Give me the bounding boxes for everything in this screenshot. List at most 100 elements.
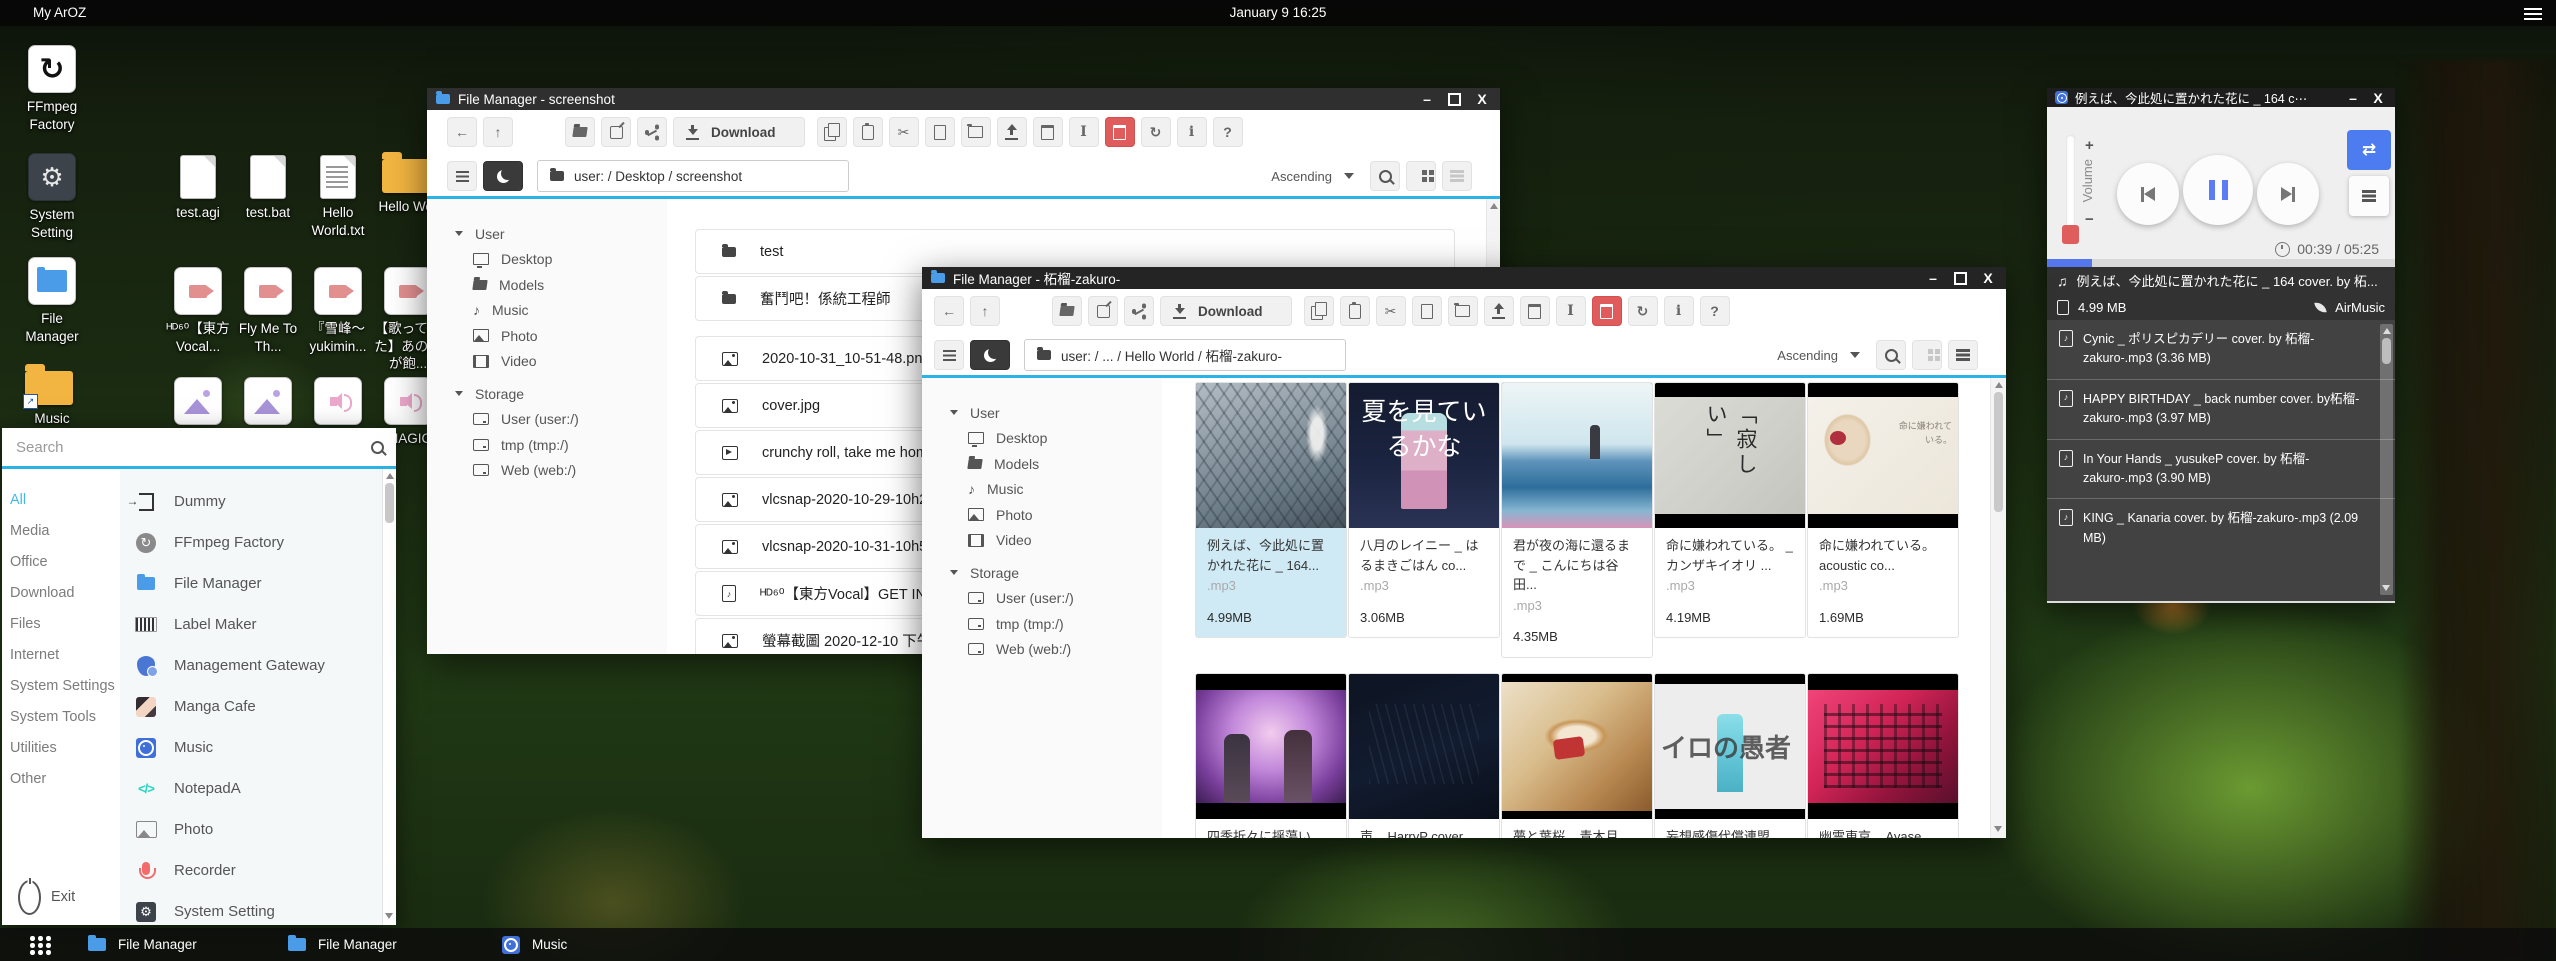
sidebar-video[interactable]: Video: [427, 349, 667, 375]
copy-button[interactable]: [817, 117, 847, 147]
grid-card[interactable]: 「寂しい」 命に嫌われている。 _ カンザキイオリ ... .mp3 4.19M…: [1654, 382, 1806, 638]
taskbar-item-music[interactable]: Music: [502, 928, 567, 961]
app-list-scrollbar[interactable]: [382, 469, 396, 925]
minimize-button[interactable]: –: [2344, 90, 2362, 106]
minimize-button[interactable]: –: [1418, 91, 1436, 107]
sidebar-photo[interactable]: Photo: [427, 323, 667, 349]
sidebar-music[interactable]: ♪Music: [922, 477, 1162, 503]
scroll-up-icon[interactable]: [1490, 203, 1498, 209]
category-all[interactable]: All: [2, 485, 120, 516]
search-button[interactable]: [1370, 161, 1400, 191]
paste-button[interactable]: [853, 117, 883, 147]
scroll-down-icon[interactable]: [385, 913, 393, 919]
grid-card[interactable]: 幽霊東京 _ Ayase: [1807, 673, 1959, 838]
app-manga-cafe[interactable]: Manga Cafe: [134, 686, 396, 727]
search-icon[interactable]: [371, 441, 384, 454]
category-system-tools[interactable]: System Tools: [2, 702, 120, 733]
desktop-shortcut-system-setting[interactable]: ⚙ System Setting: [14, 153, 90, 241]
app-music[interactable]: Music: [134, 727, 396, 768]
open-external-button[interactable]: [601, 117, 631, 147]
category-files[interactable]: Files: [2, 609, 120, 640]
chevron-down-icon[interactable]: [1344, 173, 1354, 179]
category-media[interactable]: Media: [2, 516, 120, 547]
volume-slider-thumb[interactable]: [2062, 225, 2079, 244]
minimize-button[interactable]: –: [1924, 270, 1942, 286]
playlist-item[interactable]: ♪KING _ Kanaria cover. by 柘榴-zakuro-.mp3…: [2047, 499, 2395, 558]
new-folder-button[interactable]: [961, 117, 991, 147]
grid-view-button[interactable]: [1912, 340, 1942, 370]
sidebar-storage-web[interactable]: Web (web:/): [922, 637, 1162, 663]
open-button[interactable]: [1052, 296, 1082, 326]
up-button[interactable]: ↑: [483, 117, 513, 147]
grid-card[interactable]: 命に嫌われている。 命に嫌われている。acoustic co... .mp3 1…: [1807, 382, 1959, 638]
close-button[interactable]: X: [1979, 270, 1997, 286]
rename-button[interactable]: I: [1556, 296, 1586, 326]
download-button[interactable]: Download: [673, 117, 805, 147]
sidebar-video[interactable]: Video: [922, 528, 1162, 554]
exit-button[interactable]: Exit: [10, 882, 75, 913]
grid-view-button[interactable]: [1406, 161, 1436, 191]
app-notepada[interactable]: </>NotepadA: [134, 768, 396, 809]
volume-plus[interactable]: +: [2085, 137, 2094, 154]
category-internet[interactable]: Internet: [2, 640, 120, 671]
title-bar[interactable]: 例えば、今此処に置かれた花に _ 164 c⋯ – X: [2047, 88, 2395, 107]
grid-card[interactable]: 夢と葉桜 _ 青木月: [1501, 673, 1653, 838]
playlist-item[interactable]: ♪In Your Hands _ yusukeP cover. by 柘榴-za…: [2047, 440, 2395, 500]
grid-card[interactable]: イロの愚者 妄想感傷代償連盟: [1654, 673, 1806, 838]
desktop-file[interactable]: ᴴᴰ⁶⁰【東方Vocal...: [160, 267, 236, 355]
scrollbar[interactable]: [1990, 378, 2006, 838]
app-grid-icon[interactable]: [30, 936, 35, 941]
delete-button[interactable]: [1105, 117, 1135, 147]
sidebar-storage-tmp[interactable]: tmp (tmp:/): [922, 611, 1162, 637]
sidebar-storage-header[interactable]: Storage: [427, 381, 667, 407]
path-box[interactable]: user: / ... / Hello World / 柘榴-zakuro-: [1024, 339, 1346, 371]
cut-button[interactable]: ✂: [1376, 296, 1406, 326]
hamburger-button[interactable]: [934, 340, 964, 370]
menu-icon[interactable]: [2524, 8, 2542, 10]
refresh-button[interactable]: ↻: [1141, 117, 1171, 147]
maximize-button[interactable]: [1448, 93, 1461, 106]
scroll-down-icon[interactable]: [2382, 585, 2390, 591]
info-button[interactable]: i: [1177, 117, 1207, 147]
open-button[interactable]: [565, 117, 595, 147]
grid-card[interactable]: 君が夜の海に還るまで _ こんにちは谷田... .mp3 4.35MB: [1501, 382, 1653, 658]
app-label-maker[interactable]: Label Maker: [134, 604, 396, 645]
path-box[interactable]: user: / Desktop / screenshot: [537, 160, 849, 192]
archive-button[interactable]: [1033, 117, 1063, 147]
sidebar-music[interactable]: ♪Music: [427, 298, 667, 324]
back-button[interactable]: ←: [447, 117, 477, 147]
sort-dropdown[interactable]: Ascending: [1271, 169, 1332, 184]
delete-button[interactable]: [1592, 296, 1622, 326]
app-photo[interactable]: Photo: [134, 809, 396, 850]
desktop-file[interactable]: test.agi: [160, 155, 236, 222]
category-office[interactable]: Office: [2, 547, 120, 578]
desktop-file[interactable]: 『雪峰～yukimin...: [300, 267, 376, 355]
sidebar-photo[interactable]: Photo: [922, 502, 1162, 528]
info-button[interactable]: i: [1664, 296, 1694, 326]
app-file-manager[interactable]: File Manager: [134, 563, 396, 604]
cut-button[interactable]: ✂: [889, 117, 919, 147]
new-file-button[interactable]: [1412, 296, 1442, 326]
sidebar-storage-web[interactable]: Web (web:/): [427, 458, 667, 484]
share-button[interactable]: [637, 117, 667, 147]
search-button[interactable]: [1876, 340, 1906, 370]
category-utilities[interactable]: Utilities: [2, 733, 120, 764]
sidebar-models[interactable]: Models: [427, 272, 667, 298]
category-system-settings[interactable]: System Settings: [2, 671, 120, 702]
volume-minus[interactable]: −: [2085, 211, 2094, 228]
playlist-toggle-button[interactable]: [2349, 176, 2389, 216]
new-folder-button[interactable]: [1448, 296, 1478, 326]
hamburger-button[interactable]: [447, 161, 477, 191]
app-dummy[interactable]: Dummy: [134, 481, 396, 522]
desktop-file[interactable]: Fly Me To Th...: [230, 267, 306, 355]
close-button[interactable]: X: [2369, 90, 2387, 106]
list-view-button[interactable]: [1948, 340, 1978, 370]
next-button[interactable]: [2257, 163, 2319, 225]
sidebar-storage-user[interactable]: User (user:/): [427, 407, 667, 433]
sidebar-user-header[interactable]: User: [427, 221, 667, 247]
app-ffmpeg-factory[interactable]: ↻FFmpeg Factory: [134, 522, 396, 563]
scroll-up-icon[interactable]: [2383, 328, 2391, 334]
scroll-up-icon[interactable]: [1995, 382, 2003, 388]
title-bar[interactable]: File Manager - 柘榴-zakuro- – X: [922, 267, 2006, 289]
dark-mode-button[interactable]: [970, 340, 1010, 370]
